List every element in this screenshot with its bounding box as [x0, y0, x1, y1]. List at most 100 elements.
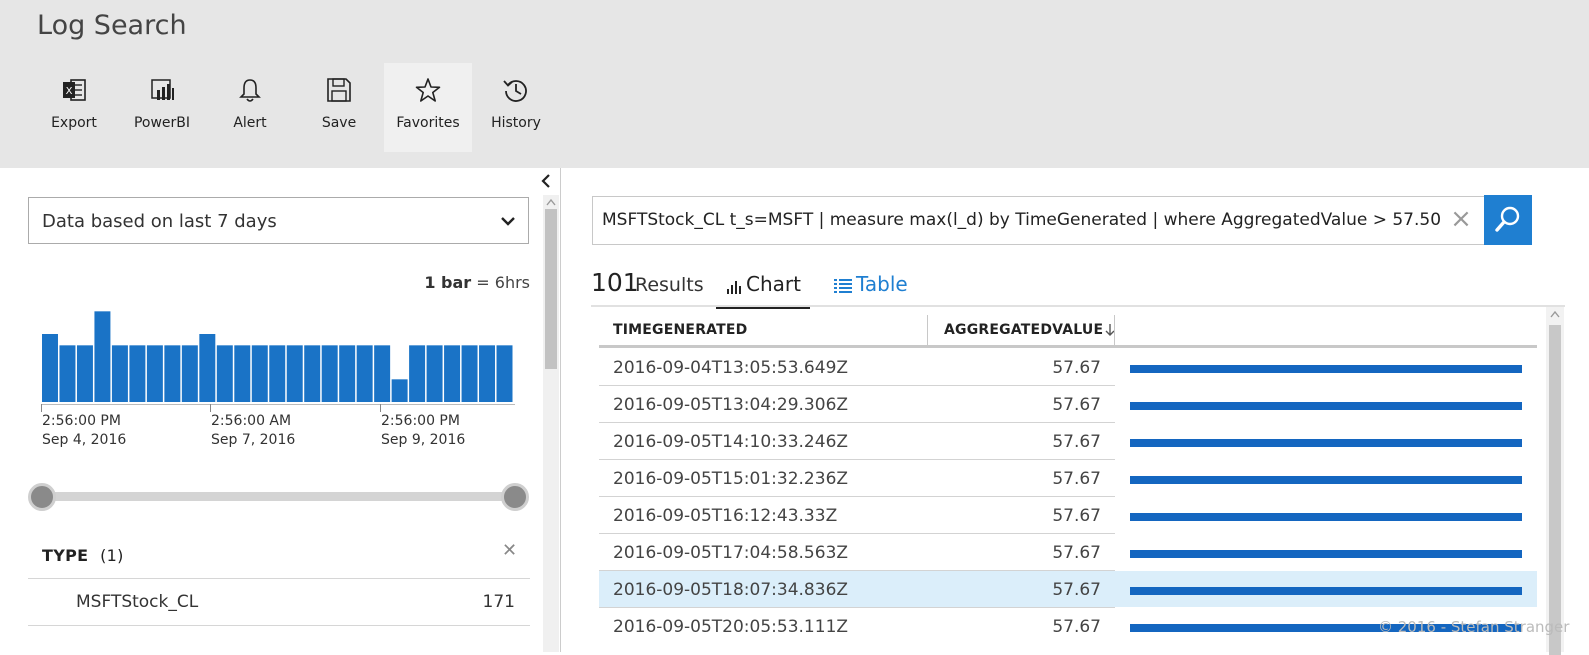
cell-timegenerated: 2016-09-05T13:04:29.306Z	[613, 395, 849, 415]
histogram-chart	[42, 311, 513, 402]
tick-date: Sep 4, 2016	[42, 432, 127, 448]
table-row[interactable]: 2016-09-04T13:05:53.649Z 57.67	[599, 349, 1537, 385]
clear-query-icon[interactable]: ×	[1450, 206, 1472, 232]
histogram-bar[interactable]	[479, 345, 496, 402]
type-item-name[interactable]: MSFTStock_CL	[76, 592, 198, 612]
axis-tick	[41, 404, 42, 412]
time-range-slider[interactable]	[40, 492, 516, 501]
histogram-bar[interactable]	[146, 345, 163, 402]
histogram-bar[interactable]	[234, 345, 251, 402]
save-label: Save	[321, 115, 357, 131]
panel-divider	[560, 168, 561, 652]
histogram-bar[interactable]	[181, 345, 198, 402]
column-separator[interactable]	[927, 315, 928, 345]
histogram-bar[interactable]	[374, 345, 391, 402]
histogram-bar[interactable]	[42, 334, 58, 402]
histogram-bar[interactable]	[339, 345, 356, 402]
divider	[28, 578, 530, 579]
export-label: Export	[51, 115, 97, 131]
bar-legend: 1 bar = 6hrs	[424, 273, 530, 292]
histogram-bar[interactable]	[444, 345, 461, 402]
time-range-select[interactable]: Data based on last 7 days	[28, 197, 529, 244]
axis-tick	[210, 404, 211, 412]
time-range-value: Data based on last 7 days	[42, 211, 277, 232]
tab-chart-label: Chart	[746, 272, 801, 296]
histogram-bar[interactable]	[129, 345, 146, 402]
favorites-button[interactable]: Favorites	[384, 63, 472, 152]
right-scrollbar[interactable]	[1546, 307, 1564, 655]
query-text[interactable]: MSFTStock_CL t_s=MSFT | measure max(l_d)…	[602, 210, 1441, 230]
histogram-bar[interactable]	[94, 311, 111, 402]
histogram-bar[interactable]	[251, 345, 268, 402]
column-header-value[interactable]: AGGREGATEDVALUE	[944, 322, 1115, 338]
cell-aggregatedvalue: 57.67	[1052, 543, 1101, 563]
save-icon	[327, 78, 351, 102]
cell-aggregatedvalue: 57.67	[1052, 506, 1101, 526]
slider-start-handle[interactable]	[28, 483, 56, 511]
divider	[28, 625, 530, 626]
table-icon	[834, 279, 852, 293]
column-header-value-label: AGGREGATEDVALUE	[944, 322, 1104, 338]
cell-timegenerated: 2016-09-04T13:05:53.649Z	[613, 358, 849, 378]
collapse-panel-icon[interactable]	[538, 172, 554, 190]
top-bar: Log Search X Export PowerBI Alert Save F…	[0, 0, 1589, 168]
histogram-bar[interactable]	[409, 345, 426, 402]
save-button[interactable]: Save	[295, 63, 383, 152]
histogram-bar[interactable]	[321, 345, 338, 402]
histogram-bar[interactable]	[426, 345, 443, 402]
type-heading-label: TYPE	[42, 546, 89, 565]
scroll-up-icon[interactable]	[1550, 310, 1560, 318]
powerbi-button[interactable]: PowerBI	[118, 63, 206, 152]
tick-date: Sep 9, 2016	[381, 432, 466, 448]
table-row[interactable]: 2016-09-05T13:04:29.306Z 57.67	[599, 386, 1537, 422]
favorites-label: Favorites	[396, 115, 460, 131]
type-filter-heading: TYPE (1)	[42, 546, 124, 565]
powerbi-icon	[151, 79, 174, 100]
histogram-bar[interactable]	[59, 345, 76, 402]
table-row[interactable]: 2016-09-05T15:01:32.236Z 57.67	[599, 460, 1537, 496]
table-row[interactable]: 2016-09-05T16:12:43.33Z 57.67	[599, 497, 1537, 533]
tick-time: 2:56:00 AM	[211, 413, 292, 429]
left-scrollbar[interactable]	[543, 195, 559, 652]
alert-label: Alert	[233, 115, 267, 131]
tab-table[interactable]: Table	[834, 272, 914, 306]
tick-time: 2:56:00 PM	[381, 413, 460, 429]
histogram-bar[interactable]	[286, 345, 303, 402]
column-header-time[interactable]: TIMEGENERATED	[613, 322, 747, 338]
close-icon[interactable]: ✕	[502, 540, 517, 561]
slider-end-handle[interactable]	[501, 483, 529, 511]
histogram-bar[interactable]	[269, 345, 286, 402]
cell-aggregatedvalue: 57.67	[1052, 432, 1101, 452]
cell-aggregatedvalue: 57.67	[1052, 469, 1101, 489]
right-scrollbar-thumb[interactable]	[1549, 325, 1561, 655]
histogram-bar[interactable]	[304, 345, 321, 402]
cell-aggregatedvalue: 57.67	[1052, 395, 1101, 415]
type-item-count: 171	[482, 592, 515, 612]
table-row[interactable]: 2016-09-05T17:04:58.563Z 57.67	[599, 534, 1537, 570]
value-bar	[1130, 587, 1522, 595]
histogram-bar[interactable]	[461, 345, 478, 402]
histogram-bar[interactable]	[199, 334, 216, 402]
tab-chart[interactable]: Chart	[716, 272, 810, 309]
search-button[interactable]	[1484, 195, 1532, 245]
histogram-bar[interactable]	[391, 379, 408, 402]
value-bar	[1130, 550, 1522, 558]
left-scrollbar-thumb[interactable]	[545, 209, 557, 369]
alert-button[interactable]: Alert	[206, 63, 294, 152]
export-button[interactable]: X Export	[30, 63, 118, 152]
history-button[interactable]: History	[472, 63, 560, 152]
histogram-bar[interactable]	[356, 345, 373, 402]
histogram-bar[interactable]	[76, 345, 93, 402]
histogram-bar[interactable]	[164, 345, 181, 402]
histogram-bar[interactable]	[496, 345, 513, 402]
table-row[interactable]: 2016-09-05T14:10:33.246Z 57.67	[599, 423, 1537, 459]
histogram-bar[interactable]	[111, 345, 128, 402]
histogram-bar[interactable]	[216, 345, 233, 402]
column-separator[interactable]	[1114, 315, 1115, 345]
value-bar	[1130, 402, 1522, 410]
scroll-up-icon[interactable]	[546, 198, 556, 206]
table-row[interactable]: 2016-09-05T18:07:34.836Z 57.67	[599, 571, 1537, 607]
cell-aggregatedvalue: 57.67	[1052, 617, 1101, 637]
cell-timegenerated: 2016-09-05T16:12:43.33Z	[613, 506, 838, 526]
query-input[interactable]: MSFTStock_CL t_s=MSFT | measure max(l_d)…	[592, 196, 1485, 245]
